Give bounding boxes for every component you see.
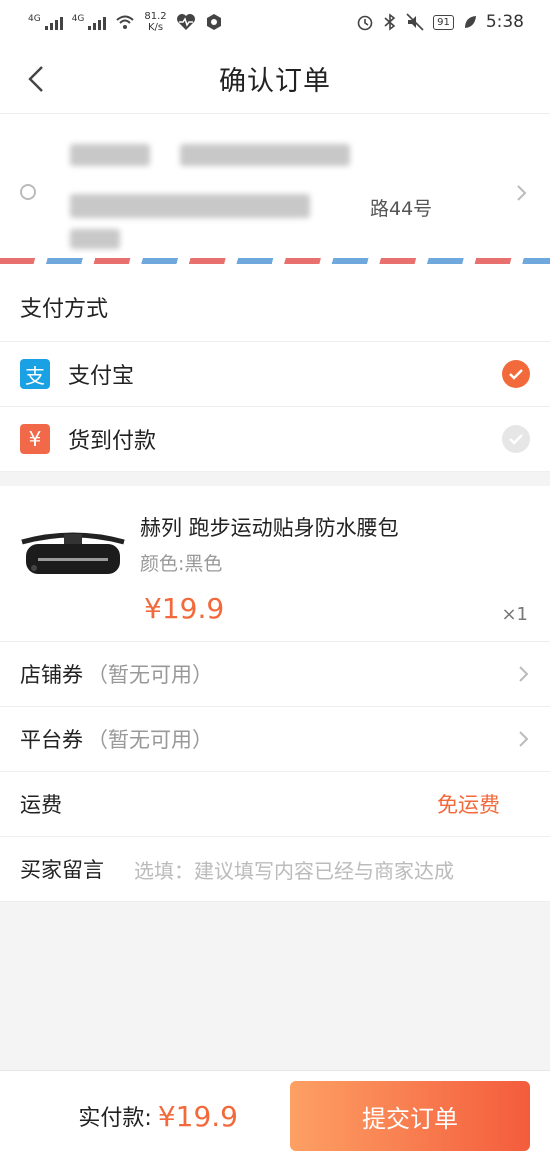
shipping-value: 免运费 xyxy=(437,793,500,817)
unchecked-radio-icon[interactable] xyxy=(502,425,530,453)
wifi-icon xyxy=(116,15,135,29)
network-type-2: 4G xyxy=(71,14,85,24)
payment-section: 支付方式 支 支付宝 ¥ 货到付款 xyxy=(0,272,550,472)
address-chevron-icon xyxy=(517,185,527,201)
signal-icon-2: 4G xyxy=(72,14,107,30)
buyer-message-row: 买家留言 选填：建议填写内容已经与商家达成 xyxy=(0,837,550,902)
store-coupon-label: 店铺券 xyxy=(20,663,83,687)
status-bar: 4G 4G 81.2 K/s 91 5:38 xyxy=(0,0,550,44)
network-type-1: 4G xyxy=(28,14,41,24)
nav-bar: 确认订单 xyxy=(0,44,550,114)
platform-coupon-label: 平台券 xyxy=(20,728,83,752)
total-amount: ¥19.9 xyxy=(157,1099,238,1133)
payment-method-cod[interactable]: ¥ 货到付款 xyxy=(0,407,550,472)
shipping-label: 运费 xyxy=(20,793,62,817)
speed-value: 81.2 xyxy=(144,11,167,22)
buyer-message-label: 买家留言 xyxy=(20,858,104,882)
cash-on-delivery-icon: ¥ xyxy=(20,424,50,454)
back-arrow-icon[interactable] xyxy=(22,64,52,94)
battery-level: 91 xyxy=(433,14,454,30)
checked-radio-icon[interactable] xyxy=(502,360,530,388)
submit-order-button[interactable]: 提交订单 xyxy=(290,1081,530,1151)
checkout-bar: 实付款: ¥19.9 提交订单 xyxy=(0,1070,550,1161)
shield-app-icon xyxy=(206,14,221,30)
page-title: 确认订单 xyxy=(219,66,331,97)
speed-unit: K/s xyxy=(147,22,164,33)
leaf-icon xyxy=(464,16,476,28)
total-label: 实付款: xyxy=(78,1106,152,1131)
store-coupon-row[interactable]: 店铺券 （暂无可用） xyxy=(0,642,550,707)
address-fragment: 路44号 xyxy=(370,198,433,220)
mute-icon xyxy=(406,13,424,31)
chevron-right-icon xyxy=(519,666,529,682)
signal-icon-1: 4G xyxy=(28,14,63,30)
network-speed: 81.2 K/s xyxy=(144,11,166,33)
payment-header: 支付方式 xyxy=(0,272,550,342)
payment-method-label: 支付宝 xyxy=(68,364,135,389)
chevron-right-icon xyxy=(519,731,529,747)
blurred-address-line-1 xyxy=(70,194,310,218)
address-section[interactable]: 路44号 xyxy=(0,114,550,272)
product-name: 赫列 跑步运动贴身防水腰包 xyxy=(140,516,399,540)
blurred-address-line-2 xyxy=(70,229,120,249)
bluetooth-icon xyxy=(384,13,396,31)
payment-method-label: 货到付款 xyxy=(68,429,157,454)
payment-method-alipay[interactable]: 支 支付宝 xyxy=(0,342,550,407)
envelope-stripe xyxy=(0,258,550,264)
location-icon xyxy=(20,184,36,200)
alipay-icon: 支 xyxy=(20,359,50,389)
status-right: 91 5:38 xyxy=(356,12,524,32)
product-quantity: ×1 xyxy=(501,604,528,625)
platform-coupon-value: （暂无可用） xyxy=(87,728,213,752)
alarm-icon xyxy=(357,15,373,31)
heart-rate-icon xyxy=(176,14,195,30)
status-left: 4G 4G 81.2 K/s xyxy=(28,11,223,33)
shipping-row: 运费 免运费 xyxy=(0,772,550,837)
blurred-recipient-phone xyxy=(180,144,350,166)
product-price: ¥19.9 xyxy=(144,592,225,625)
product-image-waist-bag xyxy=(21,532,125,574)
product-spec: 颜色:黑色 xyxy=(140,553,223,575)
blurred-recipient-name xyxy=(70,144,150,166)
buyer-message-input[interactable]: 选填：建议填写内容已经与商家达成 xyxy=(134,855,454,884)
clock: 5:38 xyxy=(485,12,524,32)
store-coupon-value: （暂无可用） xyxy=(87,663,213,687)
platform-coupon-row[interactable]: 平台券 （暂无可用） xyxy=(0,707,550,772)
product-card[interactable]: 赫列 跑步运动贴身防水腰包 颜色:黑色 ¥19.9 ×1 xyxy=(0,486,550,642)
